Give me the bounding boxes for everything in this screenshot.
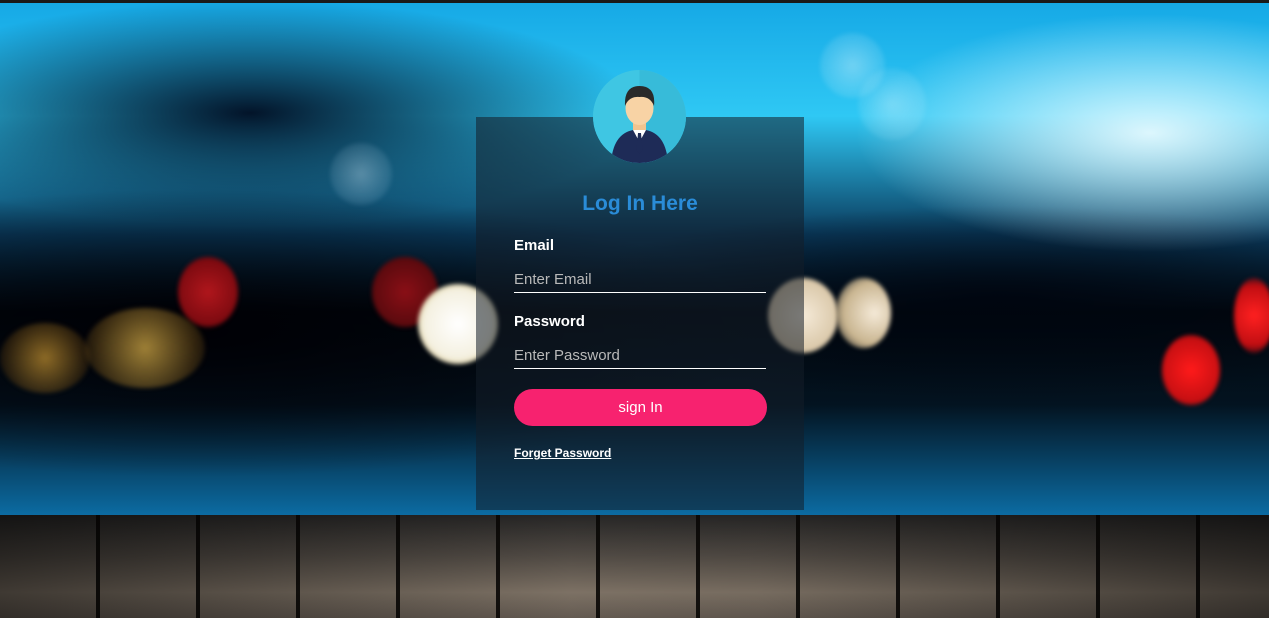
user-avatar-icon (593, 70, 686, 163)
user-avatar-icon-graphic (593, 70, 686, 163)
bokeh-light (85, 308, 205, 388)
forget-password-link[interactable]: Forget Password (514, 446, 611, 460)
bokeh-light (836, 278, 891, 348)
bokeh-light (1162, 335, 1220, 405)
wooden-floor-shade (0, 515, 1269, 618)
bokeh-light (1234, 278, 1269, 353)
bokeh-light (858, 68, 926, 140)
password-label: Password (514, 313, 585, 330)
bokeh-light (178, 257, 238, 327)
bokeh-light (0, 323, 90, 393)
login-title: Log In Here (582, 192, 698, 215)
email-input[interactable] (514, 267, 766, 293)
email-label: Email (514, 237, 555, 254)
bokeh-light (330, 143, 392, 205)
sign-in-button[interactable]: sign In (514, 389, 767, 426)
password-input[interactable] (514, 343, 766, 369)
